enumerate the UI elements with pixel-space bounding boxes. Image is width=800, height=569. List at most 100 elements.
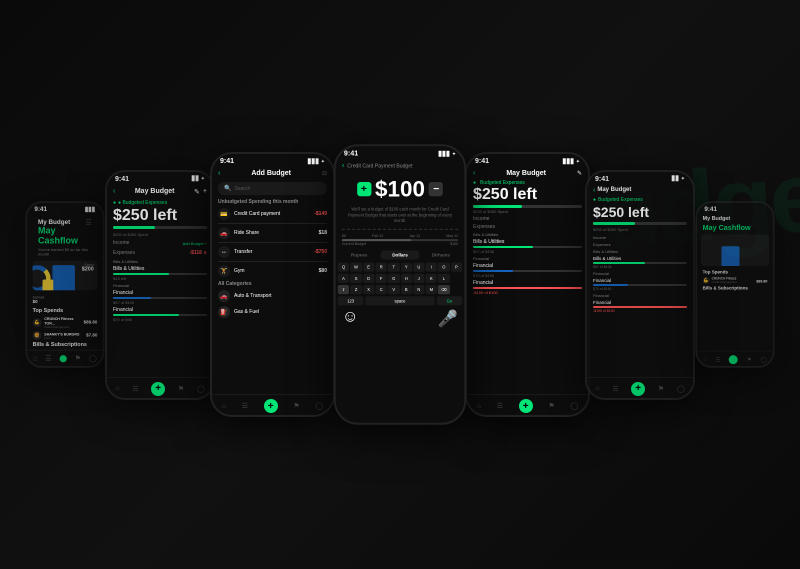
key-f[interactable]: F — [375, 274, 387, 283]
key-t[interactable]: T — [388, 262, 400, 271]
fab-3[interactable]: + — [264, 399, 278, 413]
header-icons-5: ✎ — [577, 170, 582, 177]
key-v[interactable]: V — [388, 285, 400, 294]
budget-row-3[interactable]: ↔ Transfer -$750 — [212, 244, 333, 260]
key-o[interactable]: O — [438, 262, 450, 271]
item-fin-6[interactable]: Financial $70 of $190 — [587, 277, 693, 292]
cat-row-2[interactable]: ⛽ Gas & Fuel — [212, 304, 333, 320]
add-budget-btn[interactable]: Add Budget + — [183, 241, 207, 246]
trophy-icon-2[interactable]: ⚑ — [178, 385, 184, 393]
app-scene: Budget 9:41 ▊▊▊ My Budget ☰ May Cashflow… — [0, 0, 800, 569]
key-x[interactable]: X — [363, 285, 375, 294]
list-icon-6[interactable]: ☰ — [612, 385, 618, 393]
key-h[interactable]: H — [401, 274, 413, 283]
person-icon-3[interactable]: ◯ — [315, 402, 323, 410]
key-e[interactable]: E — [363, 262, 375, 271]
home-icon-7[interactable]: ⌂ — [703, 357, 706, 362]
trophy-icon-3[interactable]: ⚑ — [293, 402, 299, 410]
person-icon-5[interactable]: ◯ — [570, 402, 578, 410]
currency-rupees[interactable]: Rupees — [340, 250, 379, 259]
home-icon[interactable]: ⌂ — [33, 354, 37, 362]
person-icon-7[interactable]: ◯ — [761, 357, 767, 363]
trophy-icon[interactable]: ⚑ — [75, 354, 81, 362]
fab-5[interactable]: + — [519, 399, 533, 413]
key-m[interactable]: M — [426, 285, 438, 294]
person-icon-2[interactable]: ◯ — [197, 385, 205, 393]
home-icon-2[interactable]: ⌂ — [115, 385, 119, 392]
list-icon-2[interactable]: ☰ — [132, 385, 138, 393]
row-amount-3: -$750 — [314, 249, 327, 255]
key-go[interactable]: Go — [437, 296, 463, 305]
list-icon[interactable]: ☰ — [45, 354, 51, 362]
search-bar-3[interactable]: 🔍 Search — [218, 182, 327, 195]
budget-row-1[interactable]: 💳 Credit Card payment -$149 — [212, 206, 333, 222]
back-button-2[interactable]: ‹ — [113, 188, 115, 195]
budget-item-3[interactable]: Financial $70 of $98 — [107, 306, 213, 323]
key-l[interactable]: L — [438, 274, 450, 283]
list-icon-5[interactable]: ☰ — [497, 402, 503, 410]
cat-row-1[interactable]: 🚗 Auto & Transport — [212, 288, 333, 304]
key-p[interactable]: P — [451, 262, 463, 271]
person-icon[interactable]: ◯ — [89, 354, 97, 362]
key-delete[interactable]: ⌫ — [438, 285, 450, 294]
budget-item-5-3[interactable]: Financial -$150 of $100 — [467, 279, 588, 296]
home-icon-5[interactable]: ⌂ — [477, 403, 481, 410]
list-icon-7[interactable]: ☰ — [715, 357, 720, 363]
key-q[interactable]: Q — [338, 262, 350, 271]
back-button-4[interactable]: ‹ — [342, 163, 344, 170]
budget-item-2[interactable]: Financial $57 of $100 — [107, 289, 213, 306]
home-icon-3[interactable]: ⌂ — [222, 403, 226, 410]
add-icon-2[interactable]: + — [203, 188, 207, 196]
key-space[interactable]: space — [366, 296, 435, 305]
spend-amount-2: $7.80 — [86, 333, 97, 338]
mic-icon[interactable]: 🎤 — [438, 308, 458, 328]
key-i[interactable]: I — [426, 262, 438, 271]
home-icon-6[interactable]: ⌂ — [595, 385, 599, 392]
item-fin2-6[interactable]: Financial -$150 of $100 — [587, 299, 693, 314]
list-icon-3[interactable]: ☰ — [242, 402, 248, 410]
key-s[interactable]: S — [350, 274, 362, 283]
budget-item-5-1[interactable]: Bills & Utilities $57 of $106 — [467, 238, 588, 255]
fab-6[interactable]: + — [631, 382, 645, 396]
key-c[interactable]: C — [375, 285, 387, 294]
trophy-icon-7[interactable]: ⚑ — [747, 357, 752, 363]
key-k[interactable]: K — [426, 274, 438, 283]
trophy-icon-6[interactable]: ⚑ — [658, 385, 664, 393]
key-123[interactable]: 123 — [338, 296, 364, 305]
key-shift[interactable]: ⇧ — [338, 285, 350, 294]
key-j[interactable]: J — [413, 274, 425, 283]
key-z[interactable]: Z — [350, 285, 362, 294]
key-u[interactable]: U — [413, 262, 425, 271]
plus-button[interactable]: + — [357, 182, 371, 196]
key-d[interactable]: D — [363, 274, 375, 283]
menu-icon[interactable]: ☰ — [86, 218, 92, 226]
trophy-icon-5[interactable]: ⚑ — [548, 402, 554, 410]
budget-row-4[interactable]: 🏋 Gym $80 — [212, 263, 333, 279]
currency-dirhams[interactable]: Dirhams — [421, 250, 460, 259]
fab-7[interactable] — [729, 355, 738, 364]
budget-item-1[interactable]: Bills & Utilities $43 left — [107, 265, 213, 282]
person-icon-6[interactable]: ◯ — [677, 385, 685, 393]
fab-button[interactable] — [60, 355, 67, 362]
fab-2[interactable]: + — [151, 382, 165, 396]
budget-row-2[interactable]: 🚗 Ride Share $18 — [212, 225, 333, 241]
minus-button[interactable]: − — [429, 182, 443, 196]
key-r[interactable]: R — [375, 262, 387, 271]
key-y[interactable]: Y — [401, 262, 413, 271]
key-w[interactable]: W — [350, 262, 362, 271]
emoji-icon[interactable]: ☺ — [342, 308, 359, 328]
key-g[interactable]: G — [388, 274, 400, 283]
back-button-3[interactable]: ‹ — [218, 170, 220, 177]
filter-icon[interactable]: ⊟ — [322, 170, 327, 177]
key-n[interactable]: N — [413, 285, 425, 294]
item-bills-6[interactable]: Bills & Utilities $57 of $106 — [587, 255, 693, 270]
back-6[interactable]: ‹ — [593, 187, 595, 194]
currency-dollars[interactable]: Dollars — [381, 250, 420, 259]
slider-track[interactable] — [342, 239, 458, 241]
key-b[interactable]: B — [401, 285, 413, 294]
key-a[interactable]: A — [338, 274, 350, 283]
edit-icon[interactable]: ✎ — [194, 188, 200, 196]
edit-icon-5[interactable]: ✎ — [577, 170, 582, 177]
back-button-5[interactable]: ‹ — [473, 170, 475, 177]
budget-item-5-2[interactable]: Financial $70 of $190 — [467, 262, 588, 279]
